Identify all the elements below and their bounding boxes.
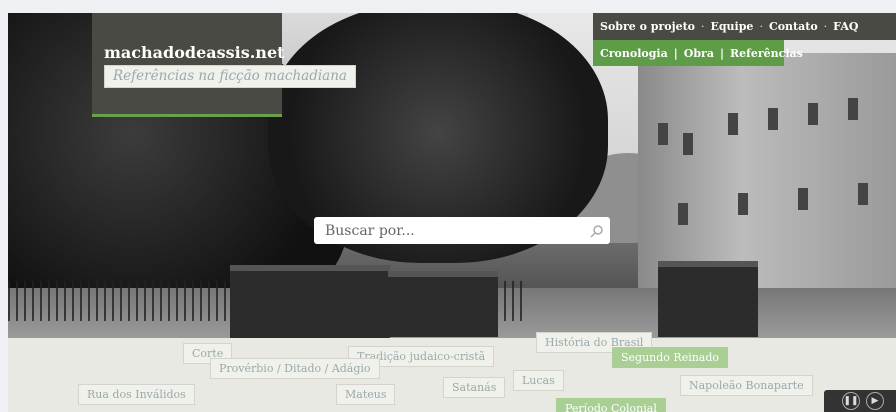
- search-icon[interactable]: [590, 224, 604, 238]
- tag-cloud: Corte Tradição judaico-cristã História d…: [8, 332, 896, 412]
- tag-item[interactable]: Mateus: [336, 384, 396, 405]
- tag-item[interactable]: Segundo Reinado: [612, 347, 729, 368]
- play-icon[interactable]: ▶: [866, 392, 884, 410]
- search-box[interactable]: [314, 217, 610, 244]
- tram-middle: [388, 271, 498, 337]
- tag-item[interactable]: Provérbio / Ditado / Adágio: [210, 358, 380, 379]
- nav-link-obra[interactable]: Obra: [684, 47, 714, 60]
- nav-link-faq[interactable]: FAQ: [833, 20, 858, 33]
- nav-separator: |: [719, 46, 724, 60]
- page-frame: machadodeassis.net Referências na ficção…: [8, 13, 896, 412]
- top-nav: Sobre o projeto · Equipe · Contato · FAQ: [593, 13, 896, 40]
- slideshow-controls: ❚❚ ▶: [824, 390, 896, 412]
- tag-item[interactable]: Satanás: [443, 377, 506, 398]
- tram-left: [230, 265, 390, 338]
- sub-nav: Cronologia | Obra | Referências: [593, 40, 803, 66]
- nav-separator: ·: [700, 20, 705, 33]
- site-name[interactable]: machadodeassis.net: [104, 43, 285, 62]
- nav-link-contato[interactable]: Contato: [769, 20, 818, 33]
- site-brand[interactable]: machadodeassis.net Referências na ficção…: [92, 13, 356, 117]
- pause-icon[interactable]: ❚❚: [842, 392, 860, 410]
- nav-separator: ·: [759, 20, 763, 33]
- nav-link-sobre[interactable]: Sobre o projeto: [600, 20, 695, 33]
- tram-right: [658, 261, 758, 337]
- tag-item[interactable]: Napoleão Bonaparte: [680, 375, 813, 396]
- nav-separator: |: [673, 46, 678, 60]
- tag-item[interactable]: Lucas: [513, 370, 564, 391]
- tag-item[interactable]: Período Colonial: [556, 398, 666, 412]
- tag-item[interactable]: Rua dos Inválidos: [78, 384, 195, 405]
- site-tagline: Referências na ficção machadiana: [104, 65, 356, 88]
- nav-link-equipe[interactable]: Equipe: [710, 20, 753, 33]
- nav-link-cronologia[interactable]: Cronologia: [600, 47, 668, 60]
- search-input[interactable]: [323, 221, 590, 240]
- nav-link-referencias[interactable]: Referências: [730, 47, 803, 60]
- nav-separator: ·: [823, 20, 828, 33]
